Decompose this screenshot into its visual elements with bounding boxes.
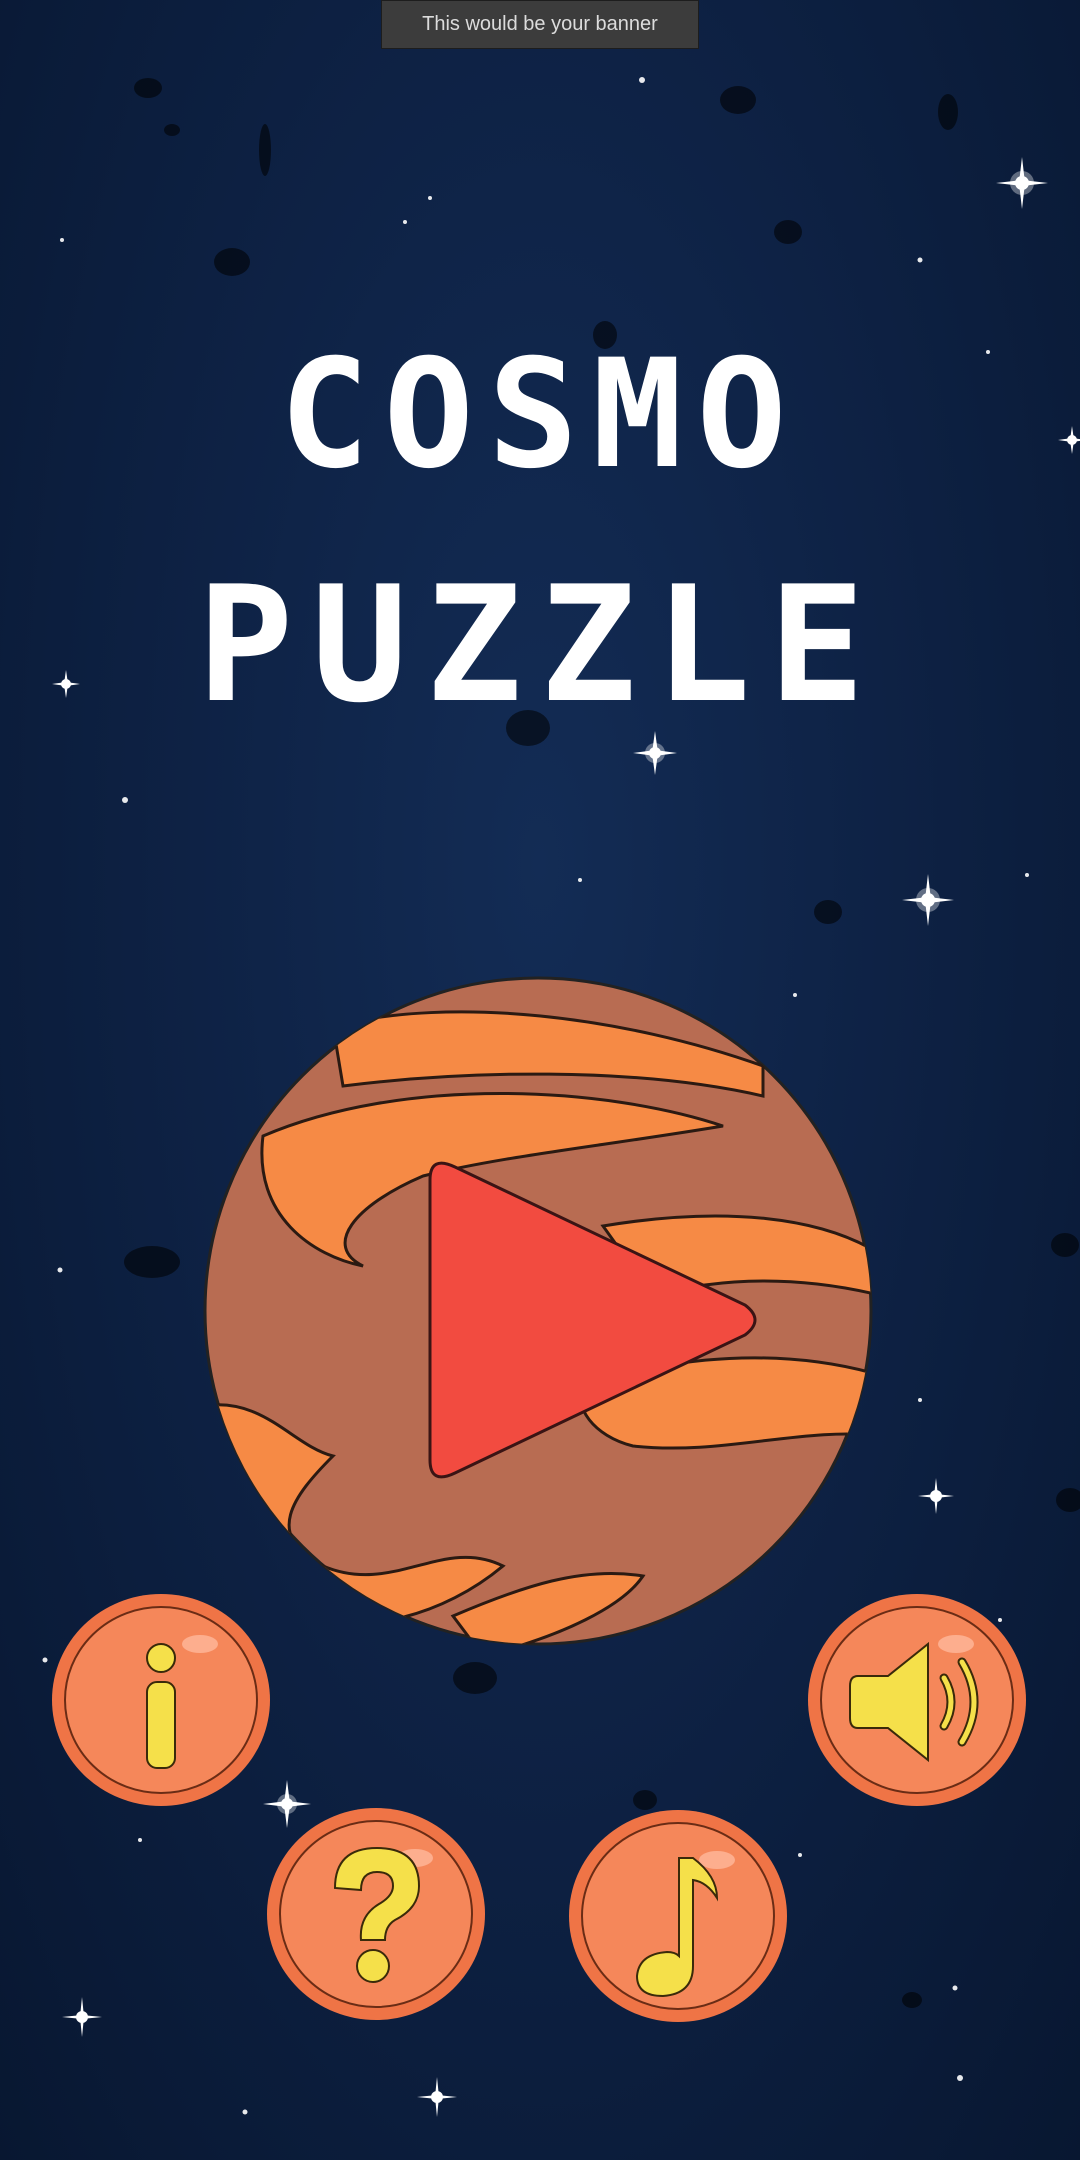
info-button[interactable] [50,1592,272,1808]
music-note-icon [569,1810,787,2022]
info-icon [52,1594,270,1806]
music-toggle-button[interactable] [567,1808,789,2024]
help-button[interactable] [265,1806,487,2022]
play-icon [428,1161,757,1479]
question-mark-icon [267,1808,485,2020]
game-title-line-1: COSMO [279,328,801,502]
game-title-line-2: PUZZLE [197,551,883,738]
speaker-icon [808,1594,1026,1806]
sound-toggle-button[interactable] [806,1592,1028,1808]
ad-banner[interactable]: This would be your banner [381,0,699,49]
play-button[interactable] [395,1155,775,1485]
banner-text: This would be your banner [422,13,658,35]
